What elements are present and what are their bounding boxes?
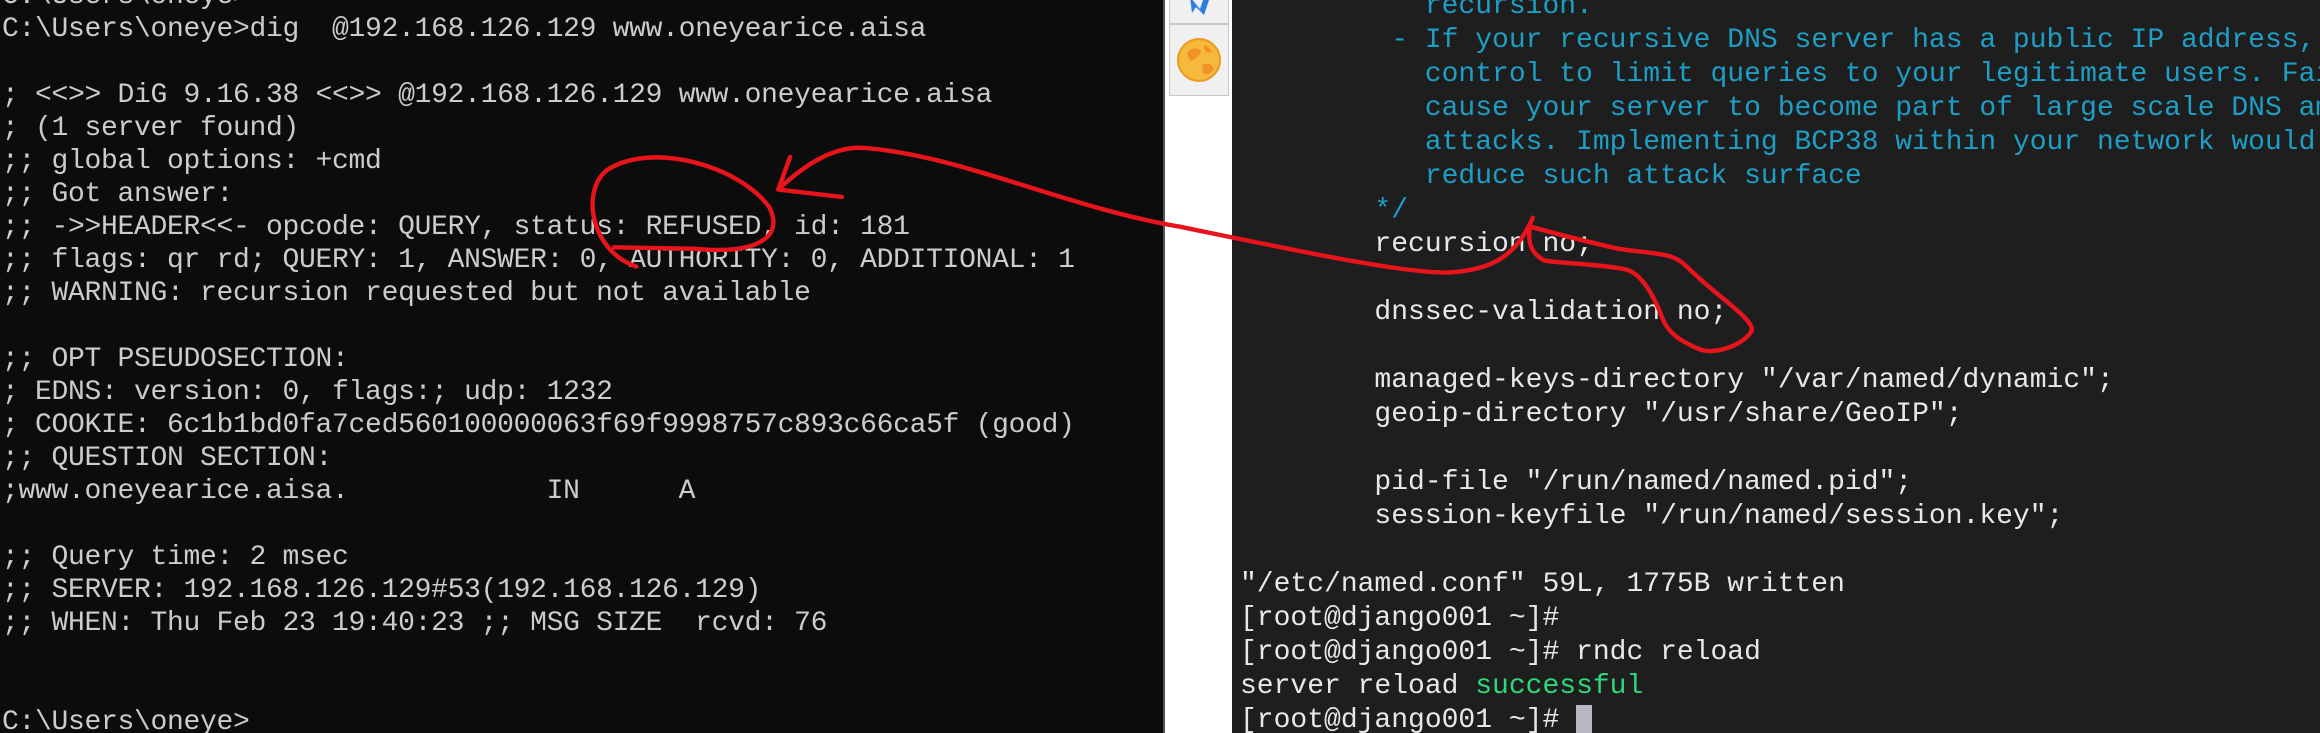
terminal-line: C:\Users\oneye>	[2, 0, 250, 13]
config-comment-line: control to limit queries to your legitim…	[1424, 59, 2320, 90]
terminal-line: ;; WARNING: recursion requested but not …	[2, 278, 811, 309]
app-button-globe[interactable]	[1169, 24, 1229, 96]
config-comment-line: - If your recursive DNS server has a pub…	[1391, 25, 2316, 56]
terminal-line: pid-file "/run/named/named.pid";	[1240, 467, 1913, 498]
terminal-line: ;; flags: qr rd; QUERY: 1, ANSWER: 0, AU…	[2, 245, 1075, 276]
config-comment-line: reduce such attack surface	[1240, 161, 1862, 192]
terminal-line: ;; QUESTION SECTION:	[2, 443, 333, 474]
shell-prompt-line[interactable]: [root@django001 ~]#	[1240, 704, 1593, 733]
config-comment-line: attacks. Implementing BCP38 within your …	[1424, 127, 2316, 158]
terminal-line: [root@django001 ~]#	[1240, 603, 1560, 634]
taskbar-strip	[1163, 0, 1232, 733]
reload-result-line: server reload successful	[1240, 670, 1643, 704]
globe-icon	[1177, 38, 1221, 82]
config-comment-line: */	[1240, 195, 1409, 226]
terminal-line: ; EDNS: version: 0, flags:; udp: 1232	[2, 377, 613, 408]
terminal-line: dnssec-validation no;	[1240, 297, 1728, 328]
text-cursor	[1576, 704, 1593, 733]
config-comment-line: recursion.	[1240, 0, 1593, 22]
windows-cmd-terminal[interactable]: C:\Users\oneye>C:\Users\oneye>dig @192.1…	[0, 0, 1163, 733]
terminal-line: recursion no;	[1240, 229, 1593, 260]
terminal-line: ; COOKIE: 6c1b1bd0fa7ced560100000063f69f…	[2, 410, 1075, 441]
terminal-line: ;; Query time: 2 msec	[2, 542, 349, 573]
shell-prompt: [root@django001 ~]#	[1240, 705, 1577, 733]
terminal-line: ;www.oneyearice.aisa. IN A	[2, 476, 696, 507]
terminal-line: session-keyfile "/run/named/session.key"…	[1240, 501, 2064, 532]
terminal-line: C:\Users\oneye>dig @192.168.126.129 www.…	[2, 14, 927, 45]
terminal-line: ;; Got answer:	[2, 179, 234, 210]
config-comment-line: cause your server to become part of larg…	[1424, 93, 2320, 124]
terminal-line: ;; OPT PSEUDOSECTION:	[2, 344, 349, 375]
terminal-line: ;; WHEN: Thu Feb 23 19:40:23 ;; MSG SIZE…	[2, 608, 828, 639]
cmd-prompt-line: C:\Users\oneye>	[2, 707, 250, 733]
app-button-blue[interactable]	[1169, 0, 1229, 24]
terminal-line: "/etc/named.conf" 59L, 1775B written	[1240, 569, 1845, 600]
reload-prefix: server reload	[1240, 671, 1476, 702]
terminal-line: geoip-directory "/usr/share/GeoIP";	[1240, 399, 1963, 430]
terminal-line: ;; global options: +cmd	[2, 146, 382, 177]
terminal-line: ;; ->>HEADER<<- opcode: QUERY, status: R…	[2, 212, 910, 243]
terminal-line: [root@django001 ~]# rndc reload	[1240, 637, 1761, 668]
terminal-line: ; (1 server found)	[2, 113, 300, 144]
reload-status: successful	[1475, 671, 1644, 702]
app-icon-blue	[1190, 0, 1209, 15]
terminal-line: ; <<>> DiG 9.16.38 <<>> @192.168.126.129…	[2, 80, 993, 111]
terminal-line: ;; SERVER: 192.168.126.129#53(192.168.12…	[2, 575, 762, 606]
linux-ssh-terminal[interactable]: recursion. - If your recursive DNS serve…	[1232, 0, 2320, 733]
terminal-line: managed-keys-directory "/var/named/dynam…	[1240, 365, 2114, 396]
